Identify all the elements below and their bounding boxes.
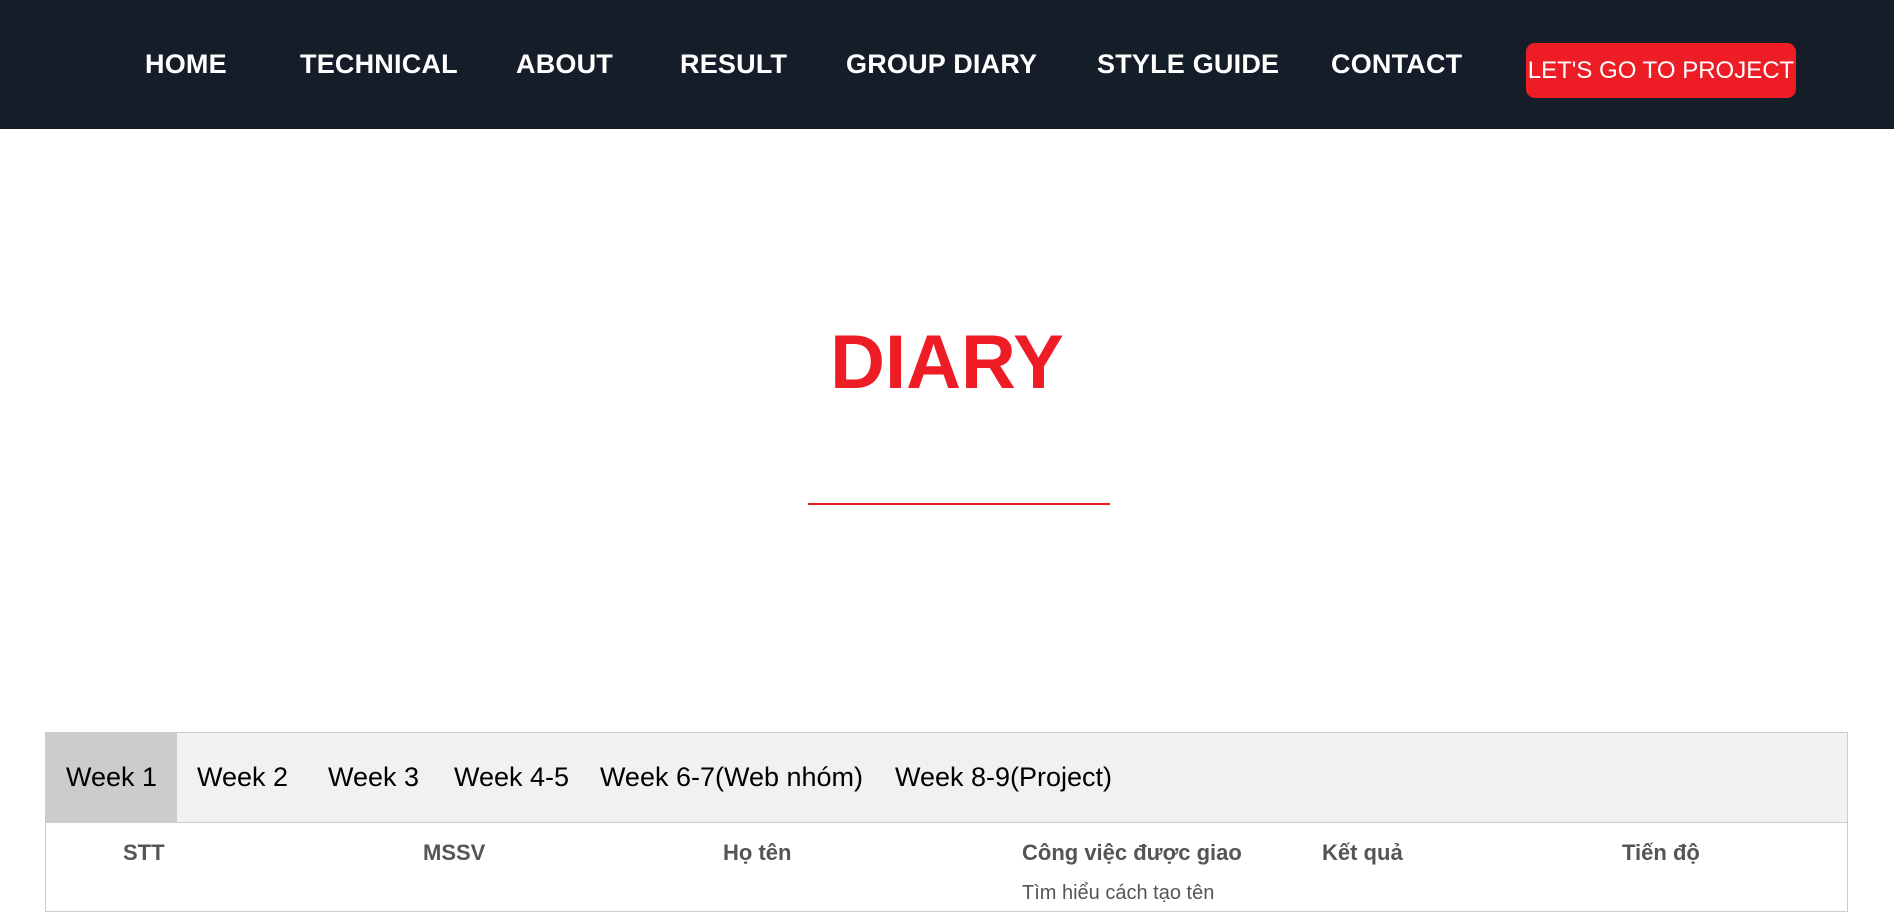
table-cell-task: Tìm hiểu cách tạo tên <box>1022 882 1215 904</box>
nav-home-link[interactable]: HOME <box>145 49 227 80</box>
nav-about-link[interactable]: ABOUT <box>516 49 613 80</box>
title-divider <box>808 503 1110 505</box>
nav-group-diary-link[interactable]: GROUP DIARY <box>846 49 1037 80</box>
tab-week-2[interactable]: Week 2 <box>177 733 308 822</box>
nav-result-link[interactable]: RESULT <box>680 49 787 80</box>
go-to-project-button[interactable]: LET'S GO TO PROJECT <box>1526 43 1796 98</box>
tab-week-1[interactable]: Week 1 <box>46 733 177 822</box>
tab-week-6-7[interactable]: Week 6-7(Web nhóm) <box>584 733 879 822</box>
column-header-ho-ten: Họ tên <box>723 840 792 865</box>
column-header-cong-viec: Công việc được giao <box>1022 840 1242 865</box>
tab-week-8-9[interactable]: Week 8-9(Project) <box>879 733 1128 822</box>
tab-week-4-5[interactable]: Week 4-5 <box>439 733 584 822</box>
top-navbar: HOME TECHNICAL ABOUT RESULT GROUP DIARY … <box>0 0 1894 129</box>
diary-tab-panel: Week 1 Week 2 Week 3 Week 4-5 Week 6-7(W… <box>45 732 1848 912</box>
column-header-tien-do: Tiến độ <box>1622 840 1700 865</box>
column-header-stt: STT <box>123 840 165 865</box>
column-header-ket-qua: Kết quả <box>1322 840 1403 865</box>
column-header-mssv: MSSV <box>423 840 486 865</box>
page-title: DIARY <box>830 320 1064 405</box>
week-tab-bar: Week 1 Week 2 Week 3 Week 4-5 Week 6-7(W… <box>46 733 1847 823</box>
nav-technical-link[interactable]: TECHNICAL <box>300 49 458 80</box>
tab-week-3[interactable]: Week 3 <box>308 733 439 822</box>
nav-style-guide-link[interactable]: STYLE GUIDE <box>1097 49 1279 80</box>
nav-contact-link[interactable]: CONTACT <box>1331 49 1462 80</box>
